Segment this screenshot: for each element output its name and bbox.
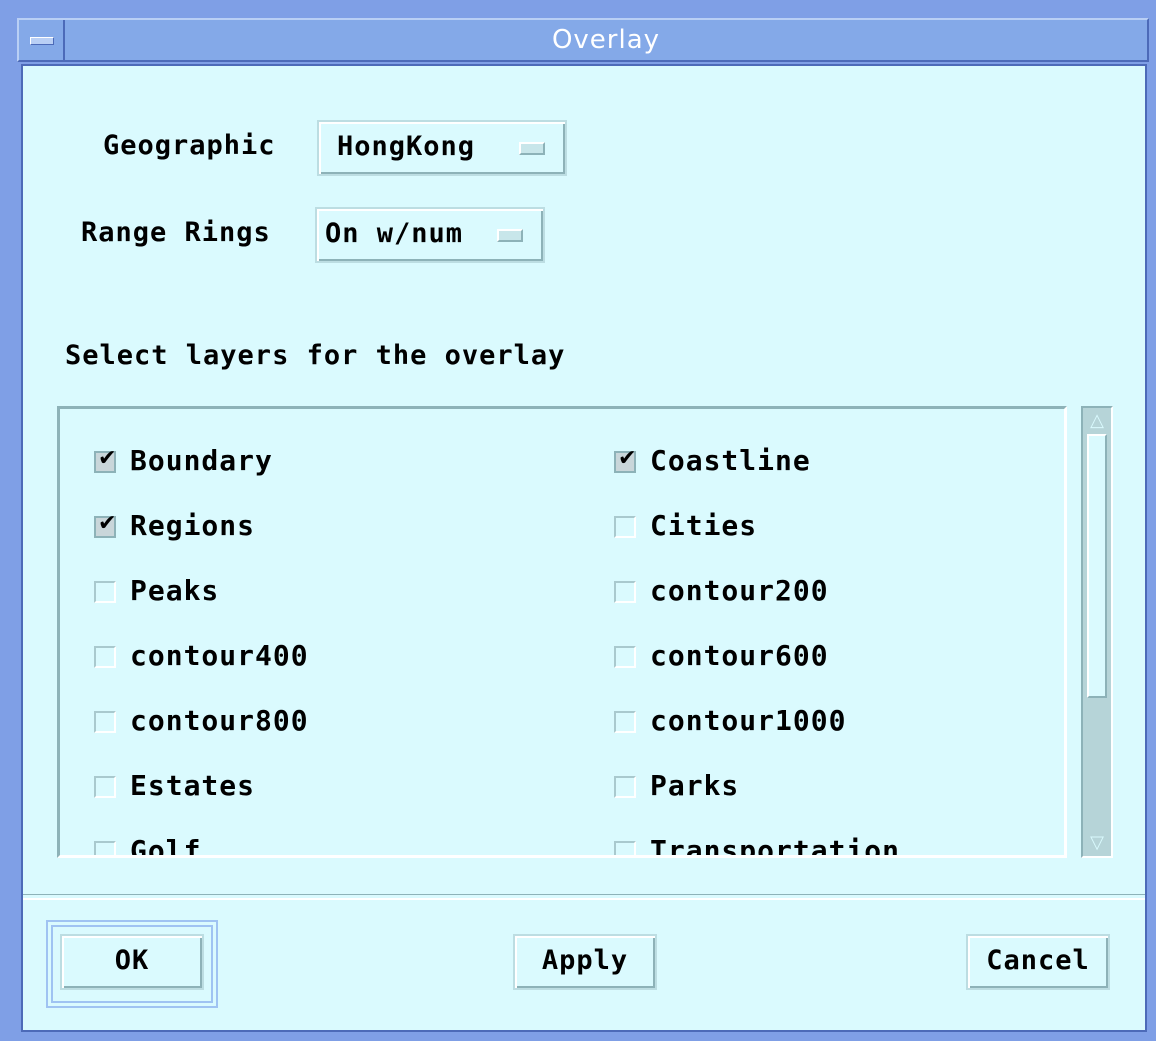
layer-checkbox[interactable] — [94, 581, 116, 603]
layer-checkbox-label: Cities — [650, 509, 758, 542]
layer-checkbox-label: Boundary — [130, 444, 273, 477]
checkmark-icon: ✔ — [98, 511, 117, 536]
window-menu-icon — [30, 37, 54, 45]
layer-checkbox[interactable] — [614, 646, 636, 668]
layer-checkbox[interactable]: ✔ — [614, 446, 637, 473]
layer-checkbox-label: Estates — [130, 769, 256, 802]
layer-checkbox[interactable] — [94, 841, 116, 855]
layer-checkbox-label: contour200 — [650, 574, 829, 607]
geographic-selected-value: HongKong — [337, 131, 476, 162]
layer-checkbox-label: Regions — [130, 509, 256, 542]
layer-checkbox[interactable] — [614, 841, 636, 855]
scroll-up-arrow-icon[interactable]: △ — [1087, 410, 1107, 432]
layer-checkbox-label: Parks — [650, 769, 740, 802]
checkmark-icon: ✔ — [618, 446, 637, 471]
layer-checkbox[interactable] — [94, 646, 116, 668]
ok-button[interactable]: OK — [60, 934, 204, 990]
layer-checkbox[interactable]: ✔ — [94, 511, 117, 538]
geographic-option-menu[interactable]: HongKong — [317, 120, 567, 176]
button-area-separator — [23, 894, 1145, 900]
layer-checkbox-label: Golf — [130, 834, 202, 858]
layers-list: ✔ Boundary ✔ Regions Peaks contour400 contour8… — [57, 406, 1067, 858]
option-menu-indicator-icon — [519, 142, 545, 155]
geographic-label: Geographic — [103, 130, 276, 161]
cancel-button[interactable]: Cancel — [966, 934, 1110, 990]
checkmark-icon: ✔ — [98, 446, 117, 471]
dialog-content: Geographic HongKong Range Rings On w/num… — [21, 64, 1147, 1032]
layer-checkbox[interactable] — [614, 776, 636, 798]
layer-checkbox-label: contour1000 — [650, 704, 847, 737]
layers-scrollbar[interactable]: △ ▽ — [1081, 406, 1113, 858]
layer-checkbox[interactable] — [614, 581, 636, 603]
range-rings-label: Range Rings — [81, 217, 271, 248]
layer-checkbox-label: Coastline — [650, 444, 811, 477]
layer-checkbox[interactable] — [94, 776, 116, 798]
layer-checkbox[interactable] — [94, 711, 116, 733]
layer-checkbox-label: contour400 — [130, 639, 309, 672]
layer-checkbox-label: contour800 — [130, 704, 309, 737]
overlay-dialog-window: Overlay Geographic HongKong Range Rings … — [0, 0, 1156, 1041]
layers-grid: ✔ Boundary ✔ Regions Peaks contour400 contour8… — [60, 409, 1064, 855]
layers-heading: Select layers for the overlay — [65, 340, 566, 371]
scrollbar-thumb[interactable] — [1087, 434, 1107, 698]
layer-checkbox[interactable] — [614, 711, 636, 733]
layer-checkbox[interactable] — [614, 516, 636, 538]
range-rings-selected-value: On w/num — [325, 218, 464, 249]
layer-checkbox-label: Peaks — [130, 574, 220, 607]
apply-button[interactable]: Apply — [513, 934, 657, 990]
range-rings-option-menu[interactable]: On w/num — [315, 207, 545, 263]
layer-checkbox[interactable]: ✔ — [94, 446, 117, 473]
window-menu-button[interactable] — [19, 20, 65, 60]
title-bar[interactable]: Overlay — [17, 18, 1149, 62]
option-menu-indicator-icon — [497, 229, 523, 242]
layer-checkbox-label: contour600 — [650, 639, 829, 672]
layer-checkbox-label: Transportation — [650, 834, 901, 858]
window-title: Overlay — [551, 25, 661, 55]
scroll-down-arrow-icon[interactable]: ▽ — [1087, 832, 1107, 854]
